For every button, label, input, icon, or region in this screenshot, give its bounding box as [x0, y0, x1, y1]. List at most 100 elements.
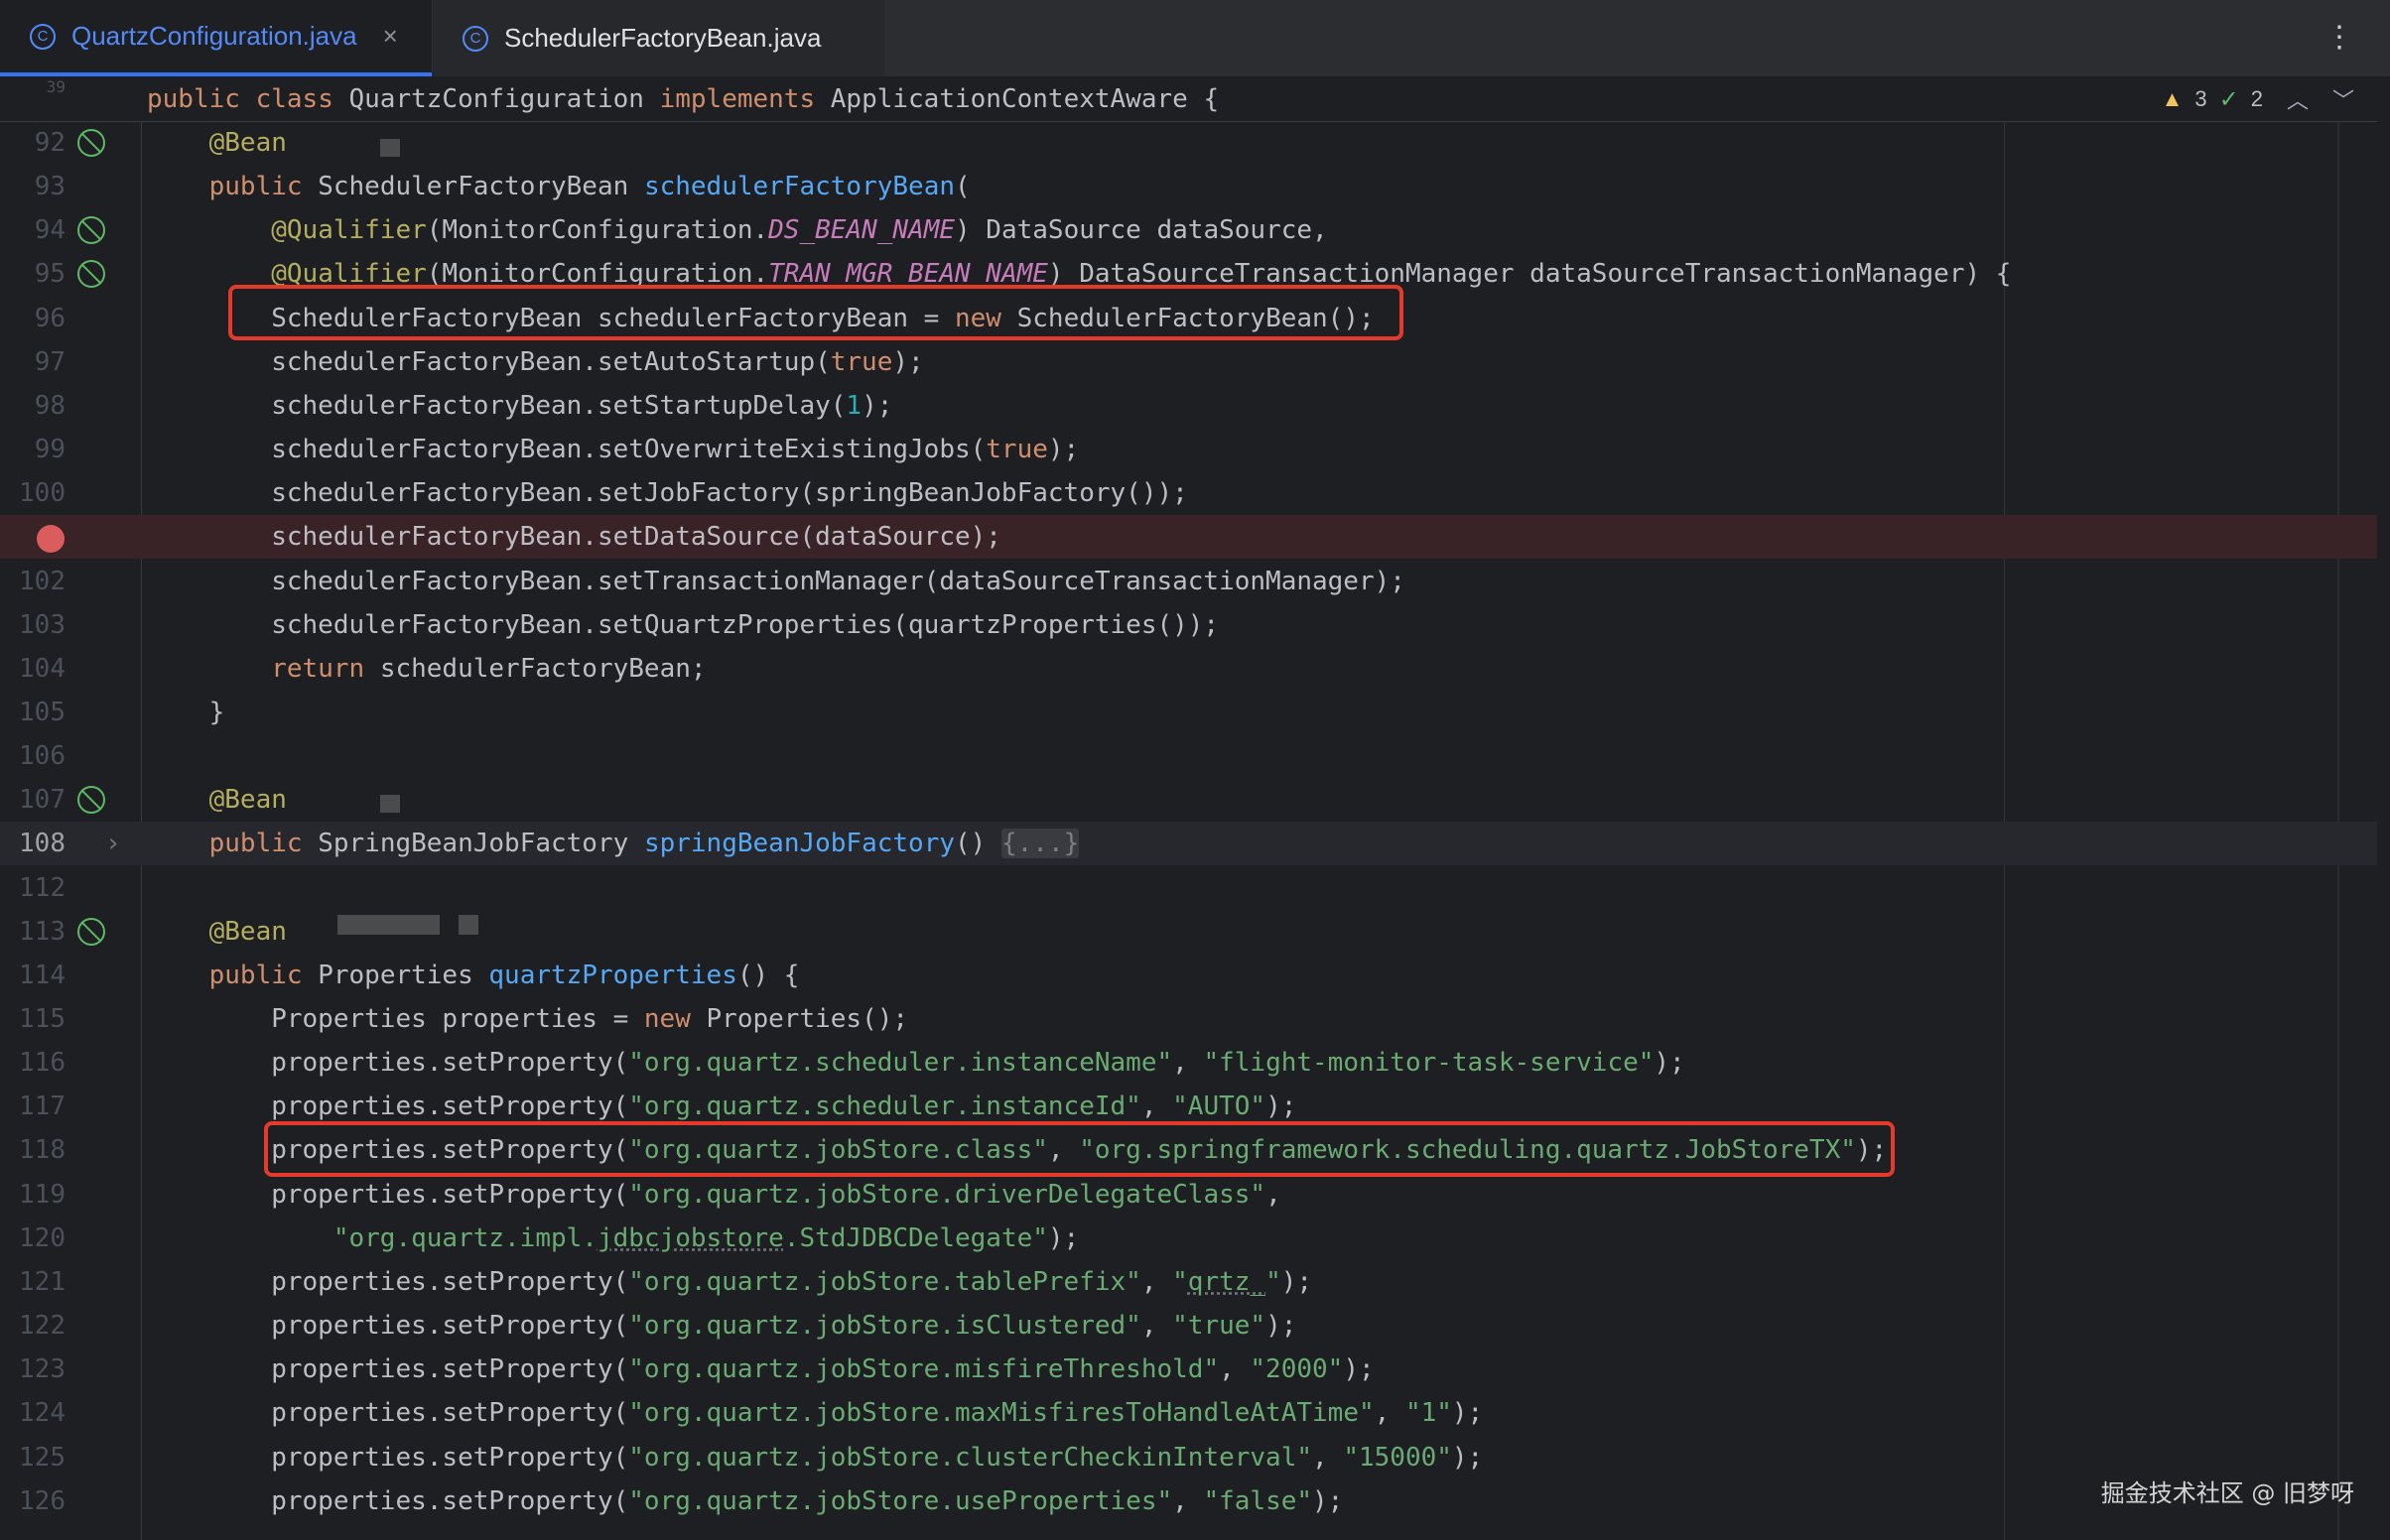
line-number[interactable]: 93	[0, 165, 66, 208]
line-number[interactable]: 123	[0, 1348, 66, 1391]
code-token: "org.quartz.impl.	[332, 1222, 598, 1253]
code-token: schedulerFactoryBean.setAutoStartup(	[147, 346, 831, 377]
line-number[interactable]: 108	[0, 822, 66, 865]
code-token: ApplicationContextAware {	[830, 84, 1220, 114]
code-line[interactable]: 99 schedulerFactoryBean.setOverwriteExis…	[0, 428, 2377, 471]
code-token: "org.quartz.scheduler.instanceId"	[628, 1091, 1141, 1122]
code-token: ,	[1219, 1354, 1251, 1385]
code-line[interactable]: 103 schedulerFactoryBean.setQuartzProper…	[0, 603, 2377, 647]
code-line[interactable]: 107 @Bean	[0, 778, 2377, 822]
code-line[interactable]: 104 return schedulerFactoryBean;	[0, 647, 2377, 691]
line-number[interactable]: 125	[0, 1436, 66, 1479]
line-number[interactable]: 96	[0, 297, 66, 340]
code-line[interactable]: 122 properties.setProperty("org.quartz.j…	[0, 1304, 2377, 1348]
code-line[interactable]: 123 properties.setProperty("org.quartz.j…	[0, 1348, 2377, 1391]
code-token: public	[208, 960, 319, 990]
code-line[interactable]: 92 @Bean	[0, 121, 2377, 165]
line-number[interactable]: 118	[0, 1128, 66, 1172]
line-number[interactable]: 120	[0, 1217, 66, 1260]
code-token: );	[1451, 1442, 1484, 1473]
line-number[interactable]: 104	[0, 647, 66, 691]
line-number[interactable]: 105	[0, 691, 66, 734]
code-token: "	[1172, 1266, 1188, 1297]
code-line[interactable]: 102 schedulerFactoryBean.setTransactionM…	[0, 560, 2377, 603]
code-line[interactable]: 119 properties.setProperty("org.quartz.j…	[0, 1173, 2377, 1217]
line-number[interactable]: 95	[0, 252, 66, 296]
code-token: schedulerFactoryBean.setOverwriteExistin…	[147, 435, 987, 465]
next-highlight-icon[interactable]: ﹀	[2332, 83, 2354, 115]
line-number[interactable]: 102	[0, 560, 66, 603]
line-number[interactable]: 94	[0, 208, 66, 252]
more-options-icon[interactable]: ⋮	[2324, 20, 2354, 55]
code-line[interactable]: 112	[0, 866, 2377, 910]
line-number[interactable]: 122	[0, 1304, 66, 1348]
line-number: 39	[46, 77, 66, 96]
line-number[interactable]: 98	[0, 384, 66, 428]
code-line[interactable]: 98 schedulerFactoryBean.setStartupDelay(…	[0, 384, 2377, 428]
line-number[interactable]: 117	[0, 1085, 66, 1128]
code-line[interactable]: 106	[0, 734, 2377, 778]
tab-quartz-configuration[interactable]: C QuartzConfiguration.java ×	[0, 0, 432, 76]
bean-icon[interactable]	[77, 786, 105, 815]
line-number[interactable]: 92	[0, 121, 66, 165]
tab-scheduler-factory-bean[interactable]: C SchedulerFactoryBean.java	[433, 0, 884, 76]
code-line[interactable]: schedulerFactoryBean.setDataSource(dataS…	[0, 515, 2377, 560]
breakpoint-icon[interactable]	[37, 525, 65, 554]
line-number[interactable]: 115	[0, 997, 66, 1041]
line-number[interactable]: 106	[0, 734, 66, 778]
code-line[interactable]: 93 public SchedulerFactoryBean scheduler…	[0, 165, 2377, 208]
code-line[interactable]: 94 @Qualifier(MonitorConfiguration.DS_BE…	[0, 208, 2377, 252]
code-editor[interactable]: 39 public class QuartzConfiguration imple…	[0, 77, 2390, 1540]
code-line[interactable]: 114 public Properties quartzProperties()…	[0, 954, 2377, 997]
sticky-header-line[interactable]: 39 public class QuartzConfiguration imple…	[0, 77, 2377, 122]
code-line[interactable]: 120 "org.quartz.impl.jdbcjobstore.StdJDB…	[0, 1217, 2377, 1260]
line-number[interactable]: 112	[0, 866, 66, 910]
line-number[interactable]: 126	[0, 1479, 66, 1523]
code-token: @Bean	[208, 128, 287, 158]
code-text: properties.setProperty("org.quartz.jobSt…	[147, 1391, 1483, 1435]
code-text: properties.setProperty("org.quartz.jobSt…	[147, 1304, 1296, 1348]
code-token: new	[643, 1004, 707, 1034]
line-number[interactable]: 114	[0, 954, 66, 997]
code-token: "org.quartz.scheduler.instanceName"	[628, 1048, 1173, 1079]
code-line[interactable]: 115 Properties properties = new Properti…	[0, 997, 2377, 1041]
bean-icon[interactable]	[77, 129, 105, 157]
expand-fold-icon[interactable]: ›	[105, 822, 121, 865]
code-token: .StdJDBCDelegate"	[783, 1222, 1048, 1253]
code-line[interactable]: 125 properties.setProperty("org.quartz.j…	[0, 1436, 2377, 1479]
code-token: "flight-monitor-task-service"	[1203, 1048, 1655, 1079]
line-number[interactable]: 113	[0, 910, 66, 954]
bean-icon[interactable]	[77, 260, 105, 289]
bean-icon[interactable]	[77, 917, 105, 946]
code-line[interactable]: 105 }	[0, 691, 2377, 734]
code-token: "15000"	[1343, 1442, 1452, 1473]
line-number[interactable]: 121	[0, 1260, 66, 1304]
bean-icon[interactable]	[77, 216, 105, 245]
line-number[interactable]: 100	[0, 471, 66, 515]
code-line[interactable]: 126 properties.setProperty("org.quartz.j…	[0, 1479, 2377, 1523]
previous-highlight-icon[interactable]: ︿	[2287, 83, 2309, 115]
code-token: "org.quartz.jobStore.clusterCheckinInter…	[628, 1442, 1313, 1473]
code-token: Properties properties =	[147, 1004, 644, 1034]
code-line[interactable]: 124 properties.setProperty("org.quartz.j…	[0, 1391, 2377, 1435]
line-number[interactable]: 116	[0, 1041, 66, 1085]
line-number[interactable]: 124	[0, 1391, 66, 1435]
code-line[interactable]: 116 properties.setProperty("org.quartz.s…	[0, 1041, 2377, 1085]
line-number[interactable]: 99	[0, 428, 66, 471]
code-line[interactable]: 100 schedulerFactoryBean.setJobFactory(s…	[0, 471, 2377, 515]
line-number[interactable]: 107	[0, 778, 66, 822]
line-number[interactable]: 97	[0, 340, 66, 384]
line-number[interactable]: 119	[0, 1173, 66, 1217]
close-icon[interactable]: ×	[383, 21, 398, 52]
code-token: public	[147, 84, 256, 114]
code-line[interactable]: 97 schedulerFactoryBean.setAutoStartup(t…	[0, 340, 2377, 384]
code-token: QuartzConfiguration	[348, 84, 660, 114]
code-text: properties.setProperty("org.quartz.jobSt…	[147, 1173, 1281, 1217]
code-token: qrtz_	[1187, 1266, 1266, 1297]
code-line[interactable]: 108 › public SpringBeanJobFactory springB…	[0, 822, 2377, 866]
line-number[interactable]: 103	[0, 603, 66, 647]
code-line[interactable]: 121 properties.setProperty("org.quartz.j…	[0, 1260, 2377, 1304]
code-token: );	[1047, 1222, 1080, 1253]
inspection-widget[interactable]: ▲ 3 ✓ 2 ︿ ﹀	[2162, 77, 2354, 121]
